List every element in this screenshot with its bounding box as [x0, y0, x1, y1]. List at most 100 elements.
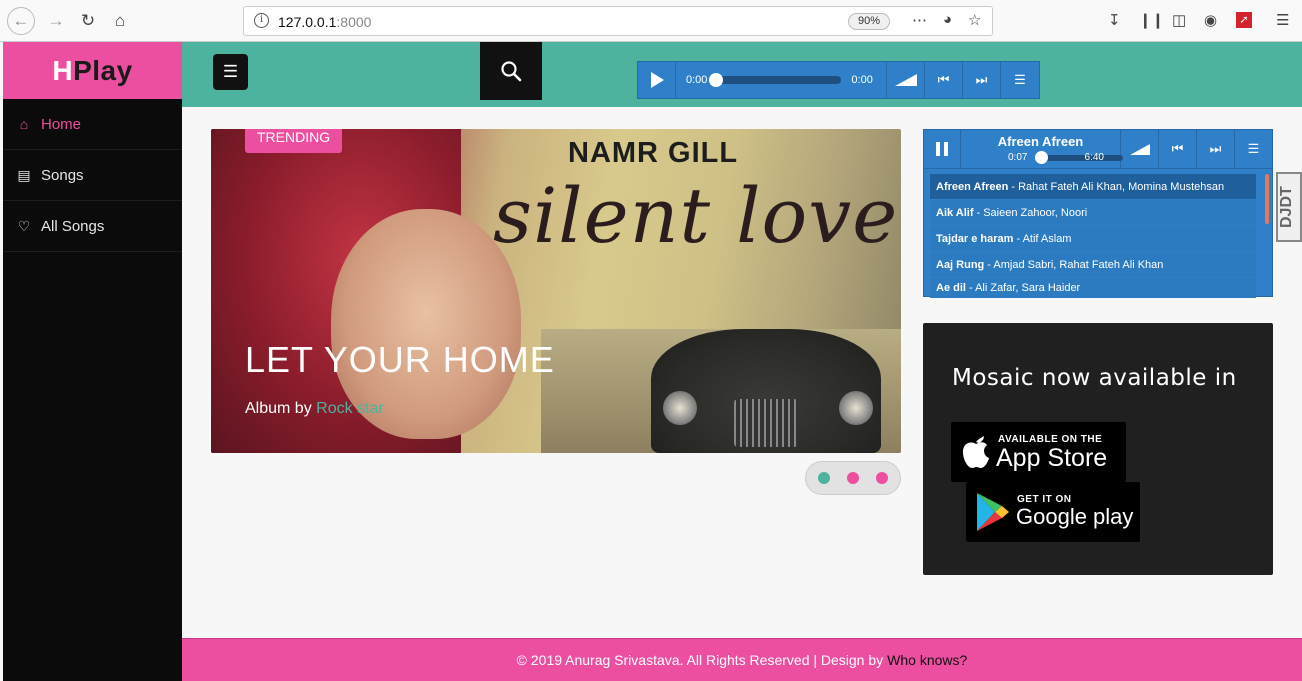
playlist-player: Afreen Afreen 0:07 6:40 ⏮ ⏭ ☰ Afreen Afr… — [923, 129, 1273, 299]
list-item[interactable]: Aaj Rung - Amjad Sabri, Rahat Fateh Ali K… — [930, 252, 1256, 277]
reader-sidebar-icon[interactable]: ◫ — [1172, 11, 1186, 29]
volume-button[interactable] — [1121, 130, 1159, 168]
google-play-button[interactable]: GET IT ON Google play — [966, 482, 1140, 542]
previous-button[interactable]: ⏮ — [1159, 130, 1197, 168]
appstore-big-text: App Store — [996, 444, 1108, 472]
current-time: 0:07 — [1008, 152, 1028, 163]
google-play-icon — [977, 493, 1009, 531]
carousel-dot[interactable] — [847, 472, 859, 484]
sidebar-item-songs[interactable]: ▤ Songs — [3, 150, 182, 201]
volume-icon — [1129, 143, 1150, 155]
next-button[interactable]: ⏭ — [1197, 130, 1235, 168]
list-item[interactable]: Afreen Afreen - Rahat Fateh Ali Khan, Mom… — [930, 174, 1256, 199]
site-logo[interactable]: H Play — [3, 42, 182, 99]
apple-icon — [963, 436, 989, 468]
playlist-controls: Afreen Afreen 0:07 6:40 ⏮ ⏭ ☰ — [924, 130, 1272, 169]
audio-player: 0:00 0:00 ⏮ ⏭ ☰ — [637, 61, 1040, 99]
list-icon: ☰ — [1014, 72, 1026, 87]
hero-heading: LET YOUR HOME — [245, 339, 555, 380]
heart-icon: ♡ — [17, 217, 31, 234]
footer: © 2019 Anurag Srivastava. All Rights Res… — [182, 638, 1302, 681]
hero-subtitle-prefix: Album by — [245, 400, 312, 417]
sidebar-item-home[interactable]: ⌂ Home — [3, 99, 182, 150]
zoom-level[interactable]: 90% — [848, 13, 890, 30]
next-icon: ⏭ — [1209, 141, 1222, 156]
play-button[interactable] — [638, 62, 676, 98]
track-title: Aaj Rung — [936, 258, 985, 271]
progress-knob[interactable] — [709, 73, 724, 87]
logo-rest: Play — [73, 54, 133, 86]
pause-button[interactable] — [924, 130, 961, 168]
menu-toggle-button[interactable]: ☰ — [213, 54, 248, 90]
track-title: Tajdar e haram — [936, 232, 1014, 245]
footer-design-link[interactable]: Who knows? — [887, 652, 967, 668]
track-artist: - Rahat Fateh Ali Khan, Momina Mustehsan — [1011, 180, 1225, 193]
track-title: Afreen Afreen — [936, 180, 1009, 193]
list-item[interactable]: Aik Alif - Saieen Zahoor, Noori — [930, 200, 1256, 225]
hamburger-icon: ☰ — [222, 62, 239, 81]
car-headlamp — [839, 391, 873, 425]
track-artist: - Amjad Sabri, Rahat Fateh Ali Khan — [987, 258, 1164, 271]
info-icon[interactable]: i — [254, 13, 269, 28]
previous-button[interactable]: ⏮ — [925, 62, 963, 98]
hero-subtitle: Album by Rock star — [245, 400, 384, 418]
extension-icon[interactable]: ➚ — [1236, 12, 1252, 28]
playlist-button[interactable]: ☰ — [1235, 130, 1272, 168]
volume-button[interactable] — [887, 62, 925, 98]
hamburger-menu-icon[interactable]: ☰ — [1276, 11, 1289, 29]
volume-icon — [894, 74, 917, 86]
playlist-button[interactable]: ☰ — [1001, 62, 1039, 98]
url-bar[interactable]: i 127.0.0.1:8000 90% ⋯ ◕ ☆ — [243, 6, 993, 36]
hero-banner[interactable]: TRENDING NAMR GILL silent love LET YOUR … — [211, 129, 901, 453]
forward-arrow-icon[interactable]: → — [42, 7, 70, 35]
previous-icon: ⏮ — [937, 72, 950, 87]
next-button[interactable]: ⏭ — [963, 62, 1001, 98]
top-bar: ☰ 0:00 0:00 ⏮ ⏭ ☰ — [182, 42, 1302, 107]
more-actions-icon[interactable]: ⋯ — [912, 11, 927, 29]
sidebar-item-label: All Songs — [41, 217, 105, 235]
debug-toolbar-toggle[interactable]: DJDT — [1276, 172, 1302, 242]
carousel-dot-active[interactable] — [818, 472, 830, 484]
progress-bar[interactable] — [709, 73, 842, 87]
now-playing-title: Afreen Afreen — [997, 134, 1084, 149]
reload-icon[interactable]: ↻ — [74, 7, 102, 35]
playlist-list: Afreen Afreen - Rahat Fateh Ali Khan, Mom… — [930, 174, 1256, 299]
sidebar: H Play ⌂ Home ▤ Songs ♡ All Songs — [3, 42, 182, 681]
search-button[interactable] — [480, 42, 542, 100]
app-store-button[interactable]: AVAILABLE ON THE App Store — [951, 422, 1126, 482]
pause-icon — [936, 142, 948, 156]
back-arrow-icon[interactable]: ← — [7, 7, 35, 35]
duration: 0:00 — [851, 74, 873, 86]
car-headlamp — [663, 391, 697, 425]
track-artist: - Saieen Zahoor, Noori — [976, 206, 1088, 219]
radio-icon: ▤ — [17, 166, 31, 183]
list-icon: ☰ — [1247, 141, 1260, 156]
carousel-indicators — [805, 461, 901, 495]
home-icon[interactable]: ⌂ — [106, 7, 134, 35]
track-artist: - Ali Zafar, Sara Haider — [968, 282, 1081, 294]
download-icon[interactable]: ↧ — [1108, 11, 1121, 29]
app-panel-title: Mosaic now available in — [952, 365, 1237, 391]
logo-h: H — [52, 54, 74, 86]
list-item[interactable]: Ae dil - Ali Zafar, Sara Haider — [930, 278, 1256, 298]
progress-knob[interactable] — [1034, 151, 1048, 164]
list-item[interactable]: Tajdar e haram - Atif Aslam — [930, 226, 1256, 251]
progress-bar[interactable] — [1034, 151, 1123, 164]
pocket-icon[interactable]: ◕ — [943, 11, 952, 28]
bookmark-star-icon[interactable]: ☆ — [968, 11, 981, 29]
play-icon — [650, 72, 664, 88]
app-download-panel: Mosaic now available in AVAILABLE ON THE… — [923, 323, 1273, 575]
carousel-dot[interactable] — [876, 472, 888, 484]
album-link[interactable]: Rock star — [316, 400, 384, 417]
album-title-art: silent love — [493, 171, 899, 260]
next-icon: ⏭ — [975, 72, 988, 87]
album-artist: NAMR GILL — [568, 137, 739, 169]
progress-area: 0:00 0:00 — [676, 62, 887, 98]
account-icon[interactable]: ◉ — [1204, 11, 1217, 29]
current-time: 0:00 — [686, 74, 708, 86]
duration: 6:40 — [1084, 152, 1104, 163]
car-grill — [734, 399, 798, 447]
sidebar-item-all-songs[interactable]: ♡ All Songs — [3, 201, 182, 252]
playlist-scrollbar[interactable] — [1265, 174, 1269, 224]
library-icon[interactable]: ❙❙ — [1139, 11, 1164, 29]
